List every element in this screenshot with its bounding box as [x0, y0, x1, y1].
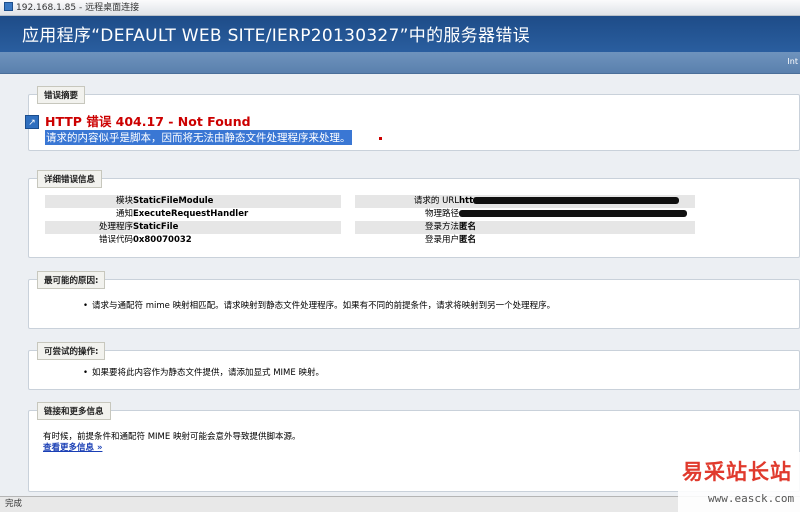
detail-label: 通知 [115, 209, 133, 219]
remote-desktop-titlebar: 192.168.1.85 - 远程桌面连接 [0, 0, 800, 16]
page-header: 应用程序“DEFAULT WEB SITE/IERP20130327”中的服务器… [0, 16, 800, 52]
text-cursor-mark [379, 137, 382, 140]
detail-row: 通知ExecuteRequestHandler [45, 208, 341, 221]
detail-label: 请求的 URL [413, 196, 459, 206]
detail-label: 登录方法 [424, 222, 459, 232]
cause-item: 请求与通配符 mime 映射相匹配。请求映射到静态文件处理程序。如果有不同的前提… [83, 299, 555, 311]
detail-label: 物理路径 [424, 209, 459, 219]
content-area: 错误摘要 ↗ HTTP 错误 404.17 - Not Found 请求的内容似… [0, 74, 800, 496]
redaction-mark [459, 210, 687, 217]
error-description: 请求的内容似乎是脚本，因而将无法由静态文件处理程序来处理。 [45, 130, 352, 145]
detailed-error-panel: 详细错误信息 模块StaticFileModule 通知ExecuteReque… [28, 170, 800, 258]
page-title: 应用程序“DEFAULT WEB SITE/IERP20130327”中的服务器… [22, 26, 530, 46]
detail-row: 登录用户匿名 [355, 234, 695, 247]
subbar-right-text: Int [787, 57, 798, 66]
detail-value: ExecuteRequestHandler [133, 209, 249, 219]
things-to-try-panel: 可尝试的操作: 如果要将此内容作为静态文件提供，请添加显式 MIME 映射。 [28, 342, 800, 390]
watermark-brand: 易采站长站 [682, 459, 792, 484]
watermark-domain: www.easck.com [708, 492, 795, 505]
detail-value: 匿名 [459, 235, 477, 245]
things-to-try-legend: 可尝试的操作: [37, 342, 106, 360]
detailed-error-legend: 详细错误信息 [37, 170, 103, 188]
detail-label: 错误代码 [98, 235, 133, 245]
likely-causes-panel: 最可能的原因: 请求与通配符 mime 映射相匹配。请求映射到静态文件处理程序。… [28, 271, 800, 329]
detail-value: 0x80070032 [133, 235, 192, 245]
error-summary-panel: 错误摘要 ↗ HTTP 错误 404.17 - Not Found 请求的内容似… [25, 86, 800, 151]
redaction-mark [473, 197, 680, 204]
error-summary-legend: 错误摘要 [37, 86, 86, 104]
error-arrow-icon: ↗ [25, 115, 39, 129]
request-url-value: htt [459, 196, 474, 206]
detail-row: 物理路径 [355, 208, 695, 221]
status-text: 完成 [5, 499, 23, 509]
detail-row: 请求的 URLhtt [355, 195, 695, 208]
error-title: HTTP 错误 404.17 - Not Found [45, 114, 251, 129]
detail-table-left: 模块StaticFileModule 通知ExecuteRequestHandl… [45, 195, 341, 247]
action-item: 如果要将此内容作为静态文件提供，请添加显式 MIME 映射。 [83, 366, 324, 378]
watermark-logo: 易采站长站 www.easck.com [678, 452, 800, 512]
detail-value: 匿名 [459, 222, 477, 232]
window-title: 192.168.1.85 - 远程桌面连接 [16, 3, 140, 13]
detail-label: 登录用户 [424, 235, 459, 245]
detail-row: 登录方法匿名 [355, 221, 695, 234]
detail-row: 错误代码0x80070032 [45, 234, 341, 247]
header-subbar: Int [0, 52, 800, 74]
detail-row: 处理程序StaticFile [45, 221, 341, 234]
remote-desktop-icon [4, 2, 13, 11]
detail-table-right: 请求的 URLhtt 物理路径 登录方法匿名 登录用户匿名 [355, 195, 695, 247]
view-more-info-link[interactable]: 查看更多信息 » [43, 441, 102, 453]
links-info-legend: 链接和更多信息 [37, 402, 111, 420]
detail-row: 模块StaticFileModule [45, 195, 341, 208]
detail-label: 处理程序 [98, 222, 133, 232]
detail-value: StaticFileModule [133, 196, 214, 206]
detail-label: 模块 [115, 196, 133, 206]
detail-value: StaticFile [133, 222, 179, 232]
likely-causes-legend: 最可能的原因: [37, 271, 106, 289]
